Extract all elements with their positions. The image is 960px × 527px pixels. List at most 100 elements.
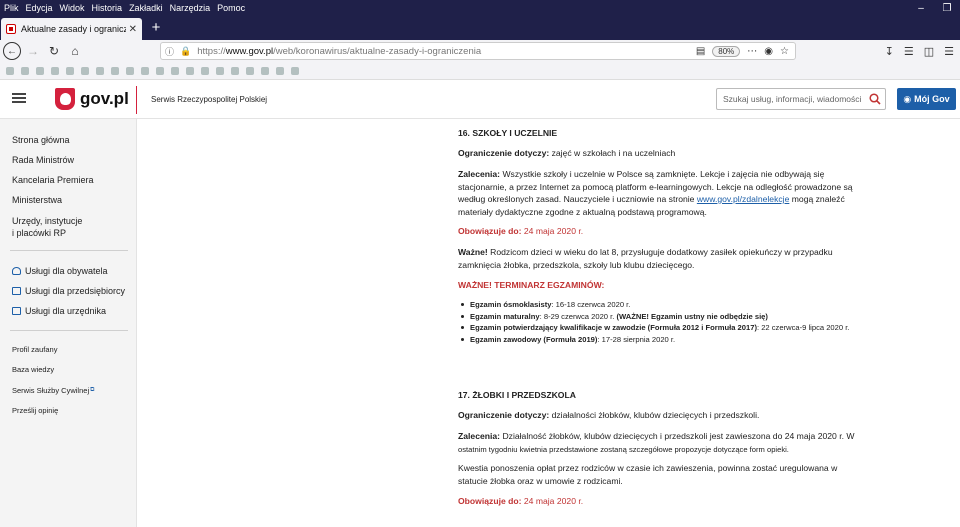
sidebar-link-civil-service[interactable]: Serwis Służby Cywilnej⧉ [12,386,94,395]
info-icon[interactable]: ⓘ [165,45,174,58]
bookmark-item[interactable] [51,66,59,75]
bookmark-favicon-icon [171,66,179,75]
recommendations-text: Działalność żłobków, klubów dziecięcych … [502,431,855,441]
laptop-icon [12,307,21,315]
bookmark-item[interactable] [66,66,74,75]
toolbar-right: ↧ ☰ ◫ ☰ [885,40,954,62]
restore-icon[interactable]: ❐ [934,3,960,14]
minimize-icon[interactable]: – [908,3,934,14]
bookmark-star-icon[interactable]: ☆ [780,46,789,57]
bookmark-item[interactable] [81,66,89,75]
bookmark-favicon-icon [36,66,44,75]
search-input[interactable] [717,94,865,104]
bookmark-item[interactable] [216,66,224,75]
scope-label: Ograniczenie dotyczy: [458,148,550,158]
bookmark-item[interactable] [141,66,149,75]
menu-help[interactable]: Pomoc [217,3,245,13]
menu-edit[interactable]: Edycja [26,3,53,13]
sidebar-item-chancellery[interactable]: Kancelaria Premiera [12,174,94,186]
hamburger-menu-icon[interactable] [12,93,26,103]
exam-name: Egzamin maturalny [470,311,540,321]
bookmark-item[interactable] [201,66,209,75]
user-circle-icon: ◉ [903,93,912,104]
sidebar-item-business-services[interactable]: Usługi dla przedsiębiorcy [12,285,125,297]
remote-lessons-link[interactable]: www.gov.pl/zdalnelekcje [697,194,790,204]
bookmark-item[interactable] [111,66,119,75]
bookmark-item[interactable] [6,66,14,75]
bookmark-item[interactable] [96,66,104,75]
bookmark-favicon-icon [201,66,209,75]
bookmark-item[interactable] [186,66,194,75]
polish-eagle-emblem-icon[interactable] [55,88,75,110]
exams-title: WAŻNE! TERMINARZ EGZAMINÓW: [458,280,605,290]
reload-icon[interactable]: ↻ [45,42,63,60]
external-link-icon: ⧉ [90,387,95,393]
important-label: Ważne! [458,247,488,257]
close-tab-icon[interactable]: ✕ [129,24,137,35]
sidebar-item-label: Usługi dla przedsiębiorcy [25,286,126,296]
address-bar-actions: ▤ 80% ⋯ ◉ ☆ [696,43,789,59]
url-protocol: https:// [197,45,226,57]
person-icon [12,267,21,275]
bookmark-item[interactable] [231,66,239,75]
bookmark-item[interactable] [171,66,179,75]
scope-text: zajęć w szkołach i na uczelniach [551,148,676,158]
bookmark-item[interactable] [36,66,44,75]
my-gov-button[interactable]: ◉ Mój Gov [897,88,956,110]
sidebar-item-ministries[interactable]: Ministerstwa [12,194,62,206]
bookmark-item[interactable] [126,66,134,75]
tab-active[interactable]: Aktualne zasady i ograniczenia ✕ [1,18,142,40]
menu-tools[interactable]: Narzędzia [170,3,211,13]
bookmark-item[interactable] [291,66,299,75]
page-actions-icon[interactable]: ⋯ [747,46,757,57]
logo-divider [136,86,137,114]
tab-title: Aktualne zasady i ograniczenia [21,24,126,34]
zoom-badge[interactable]: 80% [712,45,741,57]
app-menu-icon[interactable]: ☰ [944,45,954,58]
site-logo[interactable]: gov.pl [80,89,129,109]
home-icon[interactable]: ⌂ [66,42,84,60]
new-tab-icon[interactable]: + [146,18,166,38]
exam-name: Egzamin potwierdzający kwalifikacje w za… [470,323,757,332]
bookmark-item[interactable] [276,66,284,75]
sidebar-item-home[interactable]: Strona główna [12,134,70,146]
url-path: /web/koronawirus/aktualne-zasady-i-ogran… [273,45,482,57]
search-icon[interactable] [865,89,885,109]
bookmark-favicon-icon [111,66,119,75]
download-icon[interactable]: ↧ [885,45,894,58]
sidebar-link-knowledge-base[interactable]: Baza wiedzy [12,365,54,374]
sidebar-item-label: Usługi dla obywatela [25,266,108,276]
forward-icon[interactable]: → [24,42,42,60]
menu-bookmarks[interactable]: Zakładki [129,3,163,13]
bookmark-favicon-icon [276,66,284,75]
sidebar-item-offices[interactable]: Urzędy, instytucje i placówki RP [12,215,82,239]
pocket-icon[interactable]: ◉ [764,46,773,57]
sidebar-item-council[interactable]: Rada Ministrów [12,154,74,166]
library-icon[interactable]: ☰ [904,45,914,58]
bookmark-item[interactable] [156,66,164,75]
sidebar-link-trusted-profile[interactable]: Profil zaufany [12,345,57,354]
url-host: www.gov.pl [225,45,274,57]
menu-view[interactable]: Widok [60,3,85,13]
bookmark-item[interactable] [246,66,254,75]
list-item: Egzamin ósmoklasisty: 16-18 czerwca 2020… [458,299,858,311]
sidebar-item-official-services[interactable]: Usługi dla urzędnika [12,305,106,317]
favicon-icon [6,24,16,34]
site-header: gov.pl Serwis Rzeczypospolitej Polskiej … [0,80,960,119]
menu-history[interactable]: Historia [92,3,123,13]
bookmark-item[interactable] [261,66,269,75]
back-icon[interactable]: ← [3,42,21,60]
address-bar[interactable]: ⓘ 🔒 https://www.gov.pl/web/koronawirus/a… [160,42,796,60]
reader-view-icon[interactable]: ▤ [696,46,705,57]
site-search [716,88,886,110]
menu-file[interactable]: Plik [4,3,19,13]
section-17-valid-until: Obowiązuje do: 24 maja 2020 r. [458,495,858,508]
sidebar: Strona główna Rada Ministrów Kancelaria … [0,119,137,527]
sidebar-toggle-icon[interactable]: ◫ [924,45,934,58]
lock-icon[interactable]: 🔒 [180,46,191,57]
sidebar-item-citizen-services[interactable]: Usługi dla obywatela [12,265,108,277]
sidebar-item-offices-line1: Urzędy, instytucje [12,216,83,226]
bookmark-item[interactable] [21,66,29,75]
sidebar-link-send-feedback[interactable]: Prześlij opinię [12,406,58,415]
bookmark-favicon-icon [141,66,149,75]
